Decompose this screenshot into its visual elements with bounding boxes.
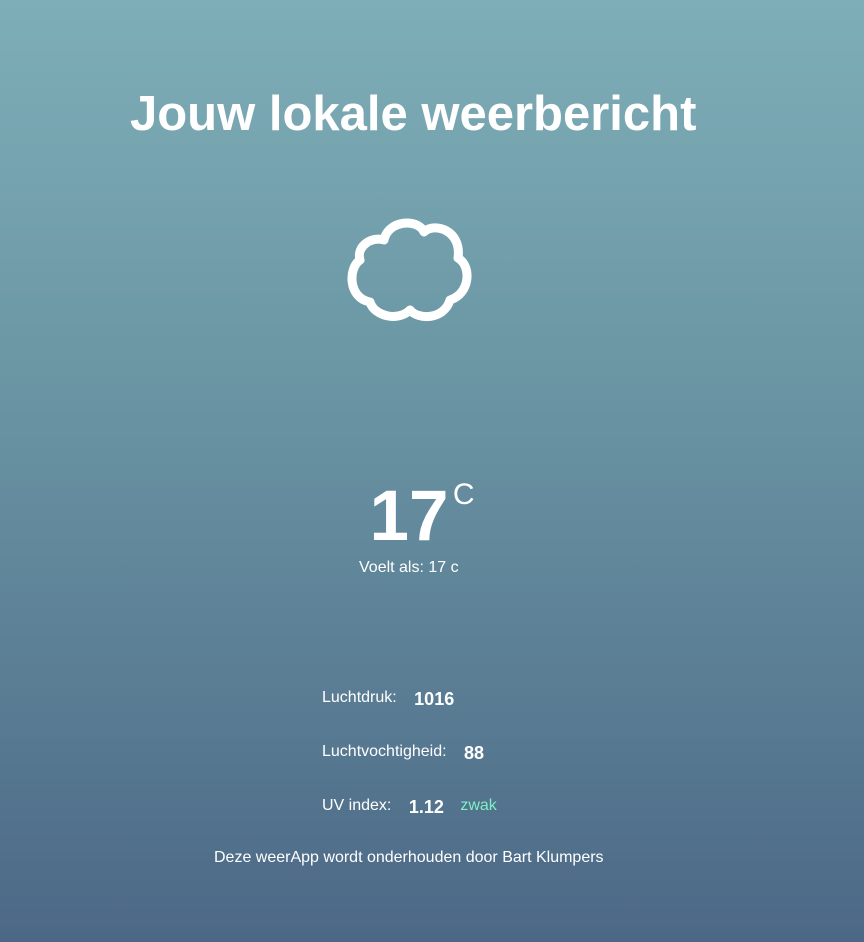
pressure-stat: Luchtdruk: 1016 <box>322 686 455 709</box>
page-title: Jouw lokale weerbericht <box>130 87 697 141</box>
temperature-unit: C <box>452 478 475 511</box>
pressure-label: Luchtdruk: <box>322 689 397 706</box>
humidity-value: 88 <box>463 743 485 763</box>
uv-value: 1.12 <box>408 797 444 817</box>
pressure-value: 1016 <box>414 689 455 709</box>
footer-text: Deze weerApp wordt onderhouden door Bart… <box>214 849 604 866</box>
temperature-display: 17 C <box>0 478 818 556</box>
uv-label: UV index: <box>322 797 392 814</box>
cloud-icon <box>346 218 474 324</box>
humidity-stat: Luchtvochtigheid: 88 <box>322 740 485 763</box>
humidity-label: Luchtvochtigheid: <box>322 743 447 760</box>
uv-stat: UV index: 1.12 zwak <box>322 794 497 817</box>
uv-rating: zwak <box>460 797 497 814</box>
temperature-value: 17 <box>369 477 449 556</box>
feels-like-text: Voelt als: 17 c <box>359 559 459 576</box>
